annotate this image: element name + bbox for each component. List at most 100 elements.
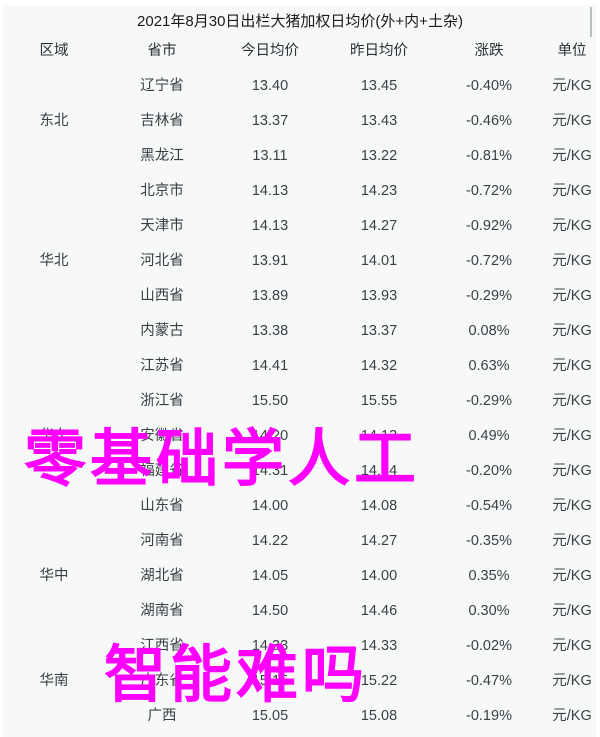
table-row: 浙江省 15.50 15.55 -0.29% 元/KG	[0, 384, 600, 419]
column-header-unit: 单位	[557, 43, 587, 59]
column-header-today: 今日均价	[241, 43, 299, 59]
cell-change: 0.35%	[468, 568, 510, 584]
cell-unit: 元/KG	[552, 78, 592, 94]
cell-today-price: 15.05	[251, 708, 289, 724]
cell-unit: 元/KG	[552, 638, 592, 654]
cell-unit: 元/KG	[552, 603, 592, 619]
cell-today-price: 13.38	[251, 323, 289, 339]
cell-yesterday-price: 14.34	[360, 463, 398, 479]
table-body: 辽宁省 13.40 13.45 -0.40% 元/KG 东北 吉林省 13.37 13.43 -0…	[0, 69, 600, 737]
column-header-change: 涨跌	[474, 43, 504, 59]
cell-yesterday-price: 15.22	[360, 673, 398, 689]
cell-change: -0.54%	[466, 498, 512, 514]
cell-unit: 元/KG	[552, 708, 592, 724]
cell-today-price: 14.20	[251, 428, 289, 444]
cell-unit: 元/KG	[552, 463, 592, 479]
table-row: 北京市 14.13 14.23 -0.72% 元/KG	[0, 174, 600, 209]
cell-unit: 元/KG	[552, 428, 592, 444]
table-row: 山西省 13.89 13.93 -0.29% 元/KG	[0, 279, 600, 314]
cell-change: -0.35%	[466, 533, 512, 549]
cell-yesterday-price: 13.22	[360, 148, 398, 164]
cell-province: 山东省	[140, 498, 184, 514]
cell-unit: 元/KG	[552, 358, 592, 374]
cell-yesterday-price: 14.13	[360, 428, 398, 444]
cell-change: -0.29%	[466, 393, 512, 409]
cell-today-price: 13.89	[251, 288, 289, 304]
cell-region	[0, 349, 108, 384]
cell-yesterday-price: 14.00	[360, 568, 398, 584]
cell-region: 东北	[39, 113, 69, 129]
cell-unit: 元/KG	[552, 288, 592, 304]
cell-province: 北京市	[140, 183, 184, 199]
cell-change: -0.72%	[466, 183, 512, 199]
table-header: 区域 省市 今日均价 昨日均价 涨跌 单位	[0, 34, 600, 69]
table-row: 天津市 14.13 14.27 -0.92% 元/KG	[0, 209, 600, 244]
cell-yesterday-price: 13.37	[360, 323, 398, 339]
page-title: 2021年8月30日出栏大猪加权日均价(外+内+土杂)	[137, 13, 463, 30]
table-row: 湖南省 14.50 14.46 0.30% 元/KG	[0, 594, 600, 629]
cell-today-price: 15.15	[251, 673, 289, 689]
cell-today-price: 13.91	[251, 253, 289, 269]
cell-province: 广西	[147, 708, 177, 724]
cell-today-price: 14.13	[251, 183, 289, 199]
cell-region	[0, 279, 108, 314]
cell-change: -0.19%	[466, 708, 512, 724]
cell-today-price: 13.40	[251, 78, 289, 94]
cell-change: 0.08%	[468, 323, 510, 339]
cell-region	[0, 209, 108, 244]
cell-change: -0.72%	[466, 253, 512, 269]
cell-region	[0, 524, 108, 559]
cell-today-price: 14.50	[251, 603, 289, 619]
cell-province: 河北省	[140, 253, 184, 269]
cell-province: 浙江省	[140, 393, 184, 409]
cell-region: 华东	[39, 428, 69, 444]
cell-unit: 元/KG	[552, 183, 592, 199]
cell-today-price: 14.13	[251, 218, 289, 234]
price-table-page: 2021年8月30日出栏大猪加权日均价(外+内+土杂) 区域 省市 今日均价 昨…	[0, 0, 600, 737]
cell-change: 0.49%	[468, 428, 510, 444]
cell-change: -0.02%	[466, 638, 512, 654]
column-header-province: 省市	[147, 43, 177, 59]
cell-unit: 元/KG	[552, 113, 592, 129]
cell-today-price: 14.00	[251, 498, 289, 514]
table-row: 辽宁省 13.40 13.45 -0.40% 元/KG	[0, 69, 600, 104]
cell-yesterday-price: 14.27	[360, 533, 398, 549]
table-row: 华中 湖北省 14.05 14.00 0.35% 元/KG	[0, 559, 600, 594]
cell-province: 山西省	[140, 288, 184, 304]
table-row: 黑龙江 13.11 13.22 -0.81% 元/KG	[0, 139, 600, 174]
cell-region	[0, 594, 108, 629]
cell-change: -0.40%	[466, 78, 512, 94]
cell-unit: 元/KG	[552, 393, 592, 409]
cell-region	[0, 139, 108, 174]
cell-change: 0.63%	[468, 358, 510, 374]
cell-yesterday-price: 13.45	[360, 78, 398, 94]
cell-yesterday-price: 13.93	[360, 288, 398, 304]
cell-unit: 元/KG	[552, 218, 592, 234]
cell-region: 华中	[39, 568, 69, 584]
cell-yesterday-price: 15.55	[360, 393, 398, 409]
cell-yesterday-price: 13.43	[360, 113, 398, 129]
cell-province: 吉林省	[140, 113, 184, 129]
cell-region	[0, 384, 108, 419]
cell-change: -0.92%	[466, 218, 512, 234]
cell-today-price: 14.31	[251, 463, 289, 479]
cell-province: 湖北省	[140, 568, 184, 584]
cell-yesterday-price: 14.46	[360, 603, 398, 619]
cell-region	[0, 69, 108, 104]
cell-province: 辽宁省	[140, 78, 184, 94]
cell-unit: 元/KG	[552, 253, 592, 269]
cell-today-price: 15.50	[251, 393, 289, 409]
cell-today-price: 13.11	[252, 148, 288, 164]
cell-change: -0.29%	[466, 288, 512, 304]
cell-yesterday-price: 14.08	[360, 498, 398, 514]
table-row: 华南 广东省 15.15 15.22 -0.47% 元/KG	[0, 664, 600, 699]
cell-yesterday-price: 14.01	[360, 253, 398, 269]
cell-province: 黑龙江	[140, 148, 184, 164]
cell-unit: 元/KG	[552, 568, 592, 584]
cell-region: 华南	[39, 673, 69, 689]
table-row: 河南省 14.22 14.27 -0.35% 元/KG	[0, 524, 600, 559]
cell-yesterday-price: 14.33	[360, 638, 398, 654]
cell-change: -0.20%	[466, 463, 512, 479]
cell-change: -0.46%	[466, 113, 512, 129]
cell-region	[0, 699, 108, 734]
